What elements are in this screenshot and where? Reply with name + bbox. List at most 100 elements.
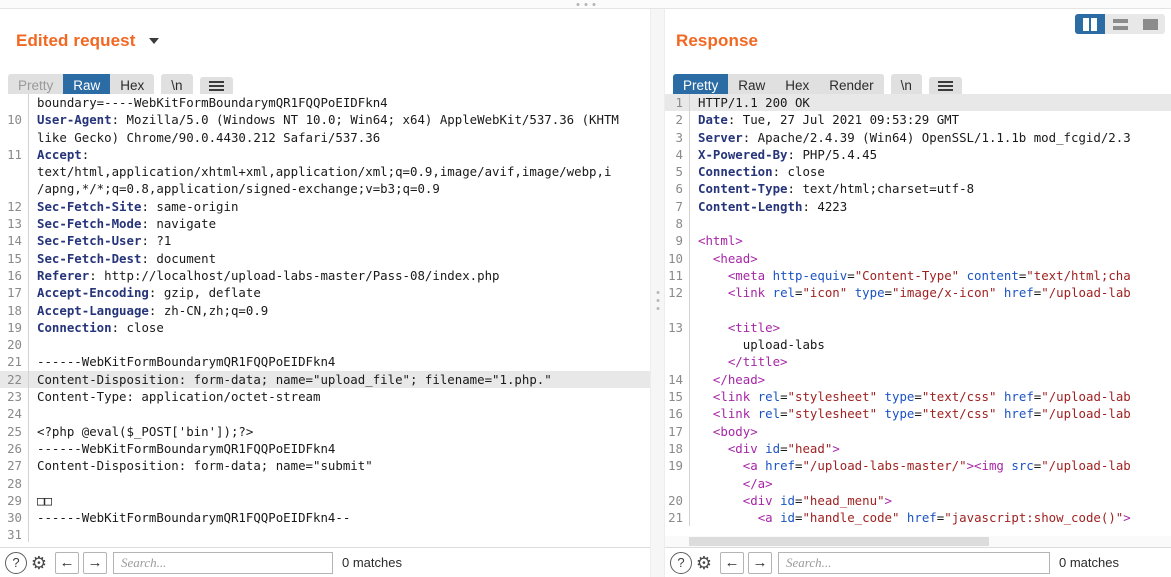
- gutter-divider: [689, 249, 690, 267]
- gutter-divider: [689, 318, 690, 337]
- response-line: 12 <link rel="icon" type="image/x-icon" …: [665, 284, 1171, 302]
- line-text: /apng,*/*;q=0.8,application/signed-excha…: [37, 181, 440, 197]
- response-search-input[interactable]: Search...: [778, 551, 1050, 574]
- line-number: 10: [668, 250, 683, 266]
- search-next-button[interactable]: →: [748, 551, 772, 574]
- line-number: [665, 475, 689, 492]
- line-text: Server: Apache/2.4.39 (Win64) OpenSSL/1.…: [698, 129, 1131, 145]
- line-text: <a href="/upload-labs-master/"><img src=…: [742, 458, 1131, 474]
- gutter-divider: [28, 284, 29, 302]
- response-line: 2 Date: Tue, 27 Jul 2021 09:53:29 GMT: [665, 111, 1171, 129]
- response-line: 6 Content-Type: text/html;charset=utf-8: [665, 180, 1171, 198]
- request-search-input[interactable]: Search...: [113, 551, 333, 574]
- gutter-divider: [689, 370, 690, 389]
- line-number: 7: [675, 198, 683, 214]
- gutter-divider: [28, 163, 29, 181]
- line-text: <link rel="stylesheet" type="text/css" h…: [712, 389, 1131, 405]
- gutter-divider: [689, 284, 690, 302]
- line-number: 15: [668, 389, 683, 405]
- pane-splitter[interactable]: [650, 9, 665, 577]
- request-panel-title[interactable]: Edited request: [16, 31, 160, 51]
- hamburger-icon: [208, 81, 224, 91]
- line-number: 18: [7, 302, 22, 318]
- request-line: 17 Accept-Encoding: gzip, deflate: [0, 284, 650, 302]
- response-line: 18 <div id="head">: [665, 439, 1171, 458]
- line-number: 23: [7, 389, 22, 405]
- gutter-divider: [28, 145, 29, 164]
- gutter-divider: [689, 422, 690, 440]
- line-text: [37, 336, 650, 353]
- request-line: 11 Accept:: [0, 145, 650, 164]
- request-line: 14 Sec-Fetch-User: ?1: [0, 232, 650, 250]
- request-line: 12 Sec-Fetch-Site: same-origin: [0, 197, 650, 216]
- gutter-divider: [689, 336, 690, 354]
- response-line: 5 Connection: close: [665, 163, 1171, 181]
- help-icon[interactable]: ?: [670, 551, 692, 574]
- response-line: 3 Server: Apache/2.4.39 (Win64) OpenSSL/1…: [665, 128, 1171, 146]
- request-line: 28: [0, 474, 650, 492]
- line-text: <html>: [698, 233, 743, 249]
- gutter-divider: [28, 353, 29, 371]
- gear-icon[interactable]: ⚙: [692, 552, 716, 574]
- gutter-divider: [28, 370, 29, 389]
- request-line: 16 Referer: http://localhost/upload-labs-…: [0, 266, 650, 285]
- gutter-divider: [689, 128, 690, 146]
- request-line: 22 Content-Disposition: form-data; name="…: [0, 370, 650, 389]
- splitter-dots: [656, 291, 659, 310]
- line-number: 28: [7, 475, 22, 491]
- gutter-divider: [689, 197, 690, 216]
- window-drag-handle[interactable]: [0, 0, 1171, 9]
- line-text: </title>: [727, 354, 788, 370]
- line-text: Connection: close: [37, 319, 164, 335]
- line-number: 18: [668, 440, 683, 456]
- view-mode-single-button[interactable]: [1135, 14, 1165, 34]
- request-line: 29 □□: [0, 491, 650, 510]
- line-text: Content-Length: 4223: [698, 198, 848, 214]
- gear-icon[interactable]: ⚙: [27, 552, 51, 574]
- gutter-divider: [28, 422, 29, 440]
- drag-dots: [576, 3, 595, 6]
- scrollbar-thumb[interactable]: [689, 537, 989, 546]
- search-next-button[interactable]: →: [83, 551, 107, 574]
- gutter-divider: [689, 145, 690, 164]
- chevron-down-icon[interactable]: [149, 38, 160, 44]
- line-number: [665, 302, 689, 319]
- view-mode-side-by-side-button[interactable]: [1075, 14, 1105, 34]
- line-text: Sec-Fetch-User: ?1: [37, 233, 172, 249]
- line-text: Content-Type: text/html;charset=utf-8: [698, 181, 975, 197]
- gutter-divider: [28, 509, 29, 527]
- line-text: upload-labs: [742, 337, 825, 353]
- response-panel-title: Response: [676, 31, 759, 50]
- request-line: 20: [0, 336, 650, 354]
- line-number: [0, 94, 28, 111]
- line-number: 16: [668, 406, 683, 422]
- request-editor[interactable]: boundary=----WebKitFormBoundarymQR1FQQPo…: [0, 94, 650, 542]
- response-line: 7 Content-Length: 4223: [665, 197, 1171, 216]
- gutter-divider: [689, 405, 690, 423]
- response-line: 16 <link rel="stylesheet" type="text/css…: [665, 405, 1171, 423]
- line-text: <title>: [727, 319, 781, 335]
- gutter-divider: [28, 301, 29, 319]
- response-line: 17 <body>: [665, 422, 1171, 440]
- search-prev-button[interactable]: ←: [55, 551, 79, 574]
- response-line: 19 <a href="/upload-labs-master/"><img s…: [665, 457, 1171, 475]
- line-number: 6: [675, 181, 683, 197]
- line-number: 27: [7, 458, 22, 474]
- response-editor[interactable]: 1 HTTP/1.1 200 OK 2 Date: Tue, 27 Jul 2021 …: [665, 94, 1171, 536]
- gutter-divider: [689, 111, 690, 129]
- response-lines: 1 HTTP/1.1 200 OK 2 Date: Tue, 27 Jul 2021 …: [665, 94, 1171, 536]
- search-prev-button[interactable]: ←: [720, 551, 744, 574]
- response-line: [665, 301, 1171, 319]
- line-text: [698, 302, 1171, 319]
- request-line: 13 Sec-Fetch-Mode: navigate: [0, 215, 650, 233]
- help-icon[interactable]: ?: [5, 551, 27, 574]
- response-horizontal-scrollbar[interactable]: [665, 536, 1171, 547]
- view-mode-stacked-button[interactable]: [1105, 14, 1135, 34]
- line-number: 15: [7, 250, 22, 266]
- request-line: 15 Sec-Fetch-Dest: document: [0, 249, 650, 267]
- line-number: 12: [7, 198, 22, 214]
- line-text: [37, 475, 650, 492]
- hamburger-icon: [937, 81, 953, 91]
- line-number: 19: [668, 458, 683, 474]
- line-text: <a id="handle_code" href="javascript:sho…: [757, 510, 1131, 526]
